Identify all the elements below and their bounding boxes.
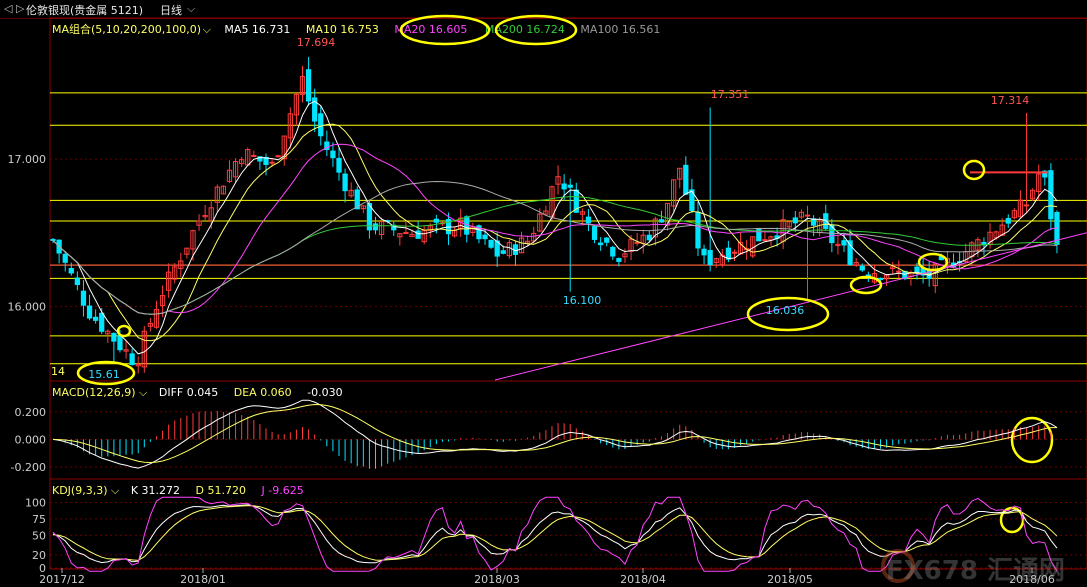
candle-body (567, 184, 573, 188)
candle-body (403, 232, 409, 235)
kdj-y-tick-label: 100 (25, 497, 46, 510)
highlight-ellipse (494, 14, 578, 46)
candle-body (500, 250, 506, 254)
ma200-line (52, 196, 1058, 315)
candle-body (598, 242, 604, 246)
price-annotation: 17.314 (991, 94, 1030, 107)
candle-body (68, 268, 74, 274)
candle-body (683, 164, 689, 195)
candle-body (330, 150, 336, 159)
candle-body (1005, 218, 1011, 224)
candle-body (318, 113, 324, 137)
candle-body (762, 239, 768, 242)
x-tick-label: 2018/04 (620, 573, 666, 586)
candle-body (482, 234, 488, 240)
candle-body (1023, 204, 1030, 207)
candle-body (591, 226, 598, 240)
candle-body (914, 266, 920, 273)
candle-body (823, 213, 829, 230)
candle-body (707, 250, 713, 265)
x-tick-label: 2018/01 (180, 573, 226, 586)
macd-diff-line (52, 399, 1058, 469)
candle-body (269, 161, 275, 164)
candle-body (336, 157, 342, 173)
candle-body (50, 238, 56, 241)
candle-body (415, 230, 421, 239)
candle-body (701, 248, 707, 256)
x-tick-label: 2018/05 (767, 573, 813, 586)
candle-body (86, 305, 93, 319)
x-tick-label: 2017/12 (39, 573, 85, 586)
candle-body (841, 240, 847, 246)
kdj-y-tick-label: 20 (32, 549, 46, 562)
candle-body (896, 270, 902, 273)
candle-body (305, 69, 312, 102)
main-y-tick-label: 17.000 (8, 153, 47, 166)
candle-body (111, 332, 117, 342)
candle-body (433, 218, 439, 223)
candle-body (74, 277, 81, 286)
candle-body (372, 223, 379, 231)
candle-body (804, 214, 811, 217)
macd-y-tick-label: 0.000 (15, 433, 47, 446)
main-y-tick-label: 16.000 (8, 300, 47, 313)
candle-body (275, 155, 281, 158)
ma10-line (52, 123, 1058, 342)
macd-y-tick-label: 0.200 (15, 406, 47, 419)
candle-body (99, 312, 105, 332)
candle-body (792, 217, 798, 224)
price-annotation: 16.036 (766, 304, 805, 317)
candle-body (585, 216, 592, 224)
candle-body (731, 251, 738, 254)
candle-body (93, 316, 99, 321)
candle-body (488, 239, 494, 248)
price-annotation: 17.694 (297, 36, 336, 49)
highlight-ellipse (399, 14, 491, 46)
candle-body (62, 253, 68, 263)
macd-dea-line (52, 403, 1057, 464)
price-annotation: 15.61 (88, 368, 120, 381)
macd-y-tick-label: -0.200 (11, 461, 46, 474)
candle-body (561, 183, 567, 190)
price-chart-svg[interactable]: 17.00016.0000.2000.000-0.200100755020020… (0, 0, 1087, 587)
main-panel-frame (49, 17, 1087, 382)
ma100-line (52, 180, 1058, 315)
candle-body (859, 265, 865, 271)
candle-body (117, 334, 123, 351)
candle-body (80, 290, 87, 306)
candle-body (616, 258, 622, 262)
highlight-ellipse (1010, 416, 1054, 464)
kdj-y-tick-label: 50 (32, 529, 46, 542)
ma5-line (52, 100, 1058, 355)
candle-body (695, 211, 701, 249)
candle-body (251, 154, 257, 157)
price-annotation: 14 (51, 365, 65, 378)
watermark: FX678 汇通网 (885, 556, 1065, 586)
price-annotation: 16.100 (563, 294, 602, 307)
kdj-y-tick-label: 75 (32, 513, 46, 526)
price-annotation: 17.351 (711, 88, 750, 101)
candle-body (646, 234, 652, 241)
candle-body (604, 237, 610, 243)
chart-stage: ◁ ▷ 伦敦银现(贵金属 5121) 日线 ⌵ MA组合(5,10,20,200… (0, 0, 1087, 587)
candle-body (610, 246, 616, 257)
x-tick-label: 2018/03 (474, 573, 520, 586)
highlight-ellipse (962, 159, 986, 181)
candle-body (129, 353, 135, 366)
candle-body (658, 219, 665, 223)
candle-body (342, 173, 348, 192)
